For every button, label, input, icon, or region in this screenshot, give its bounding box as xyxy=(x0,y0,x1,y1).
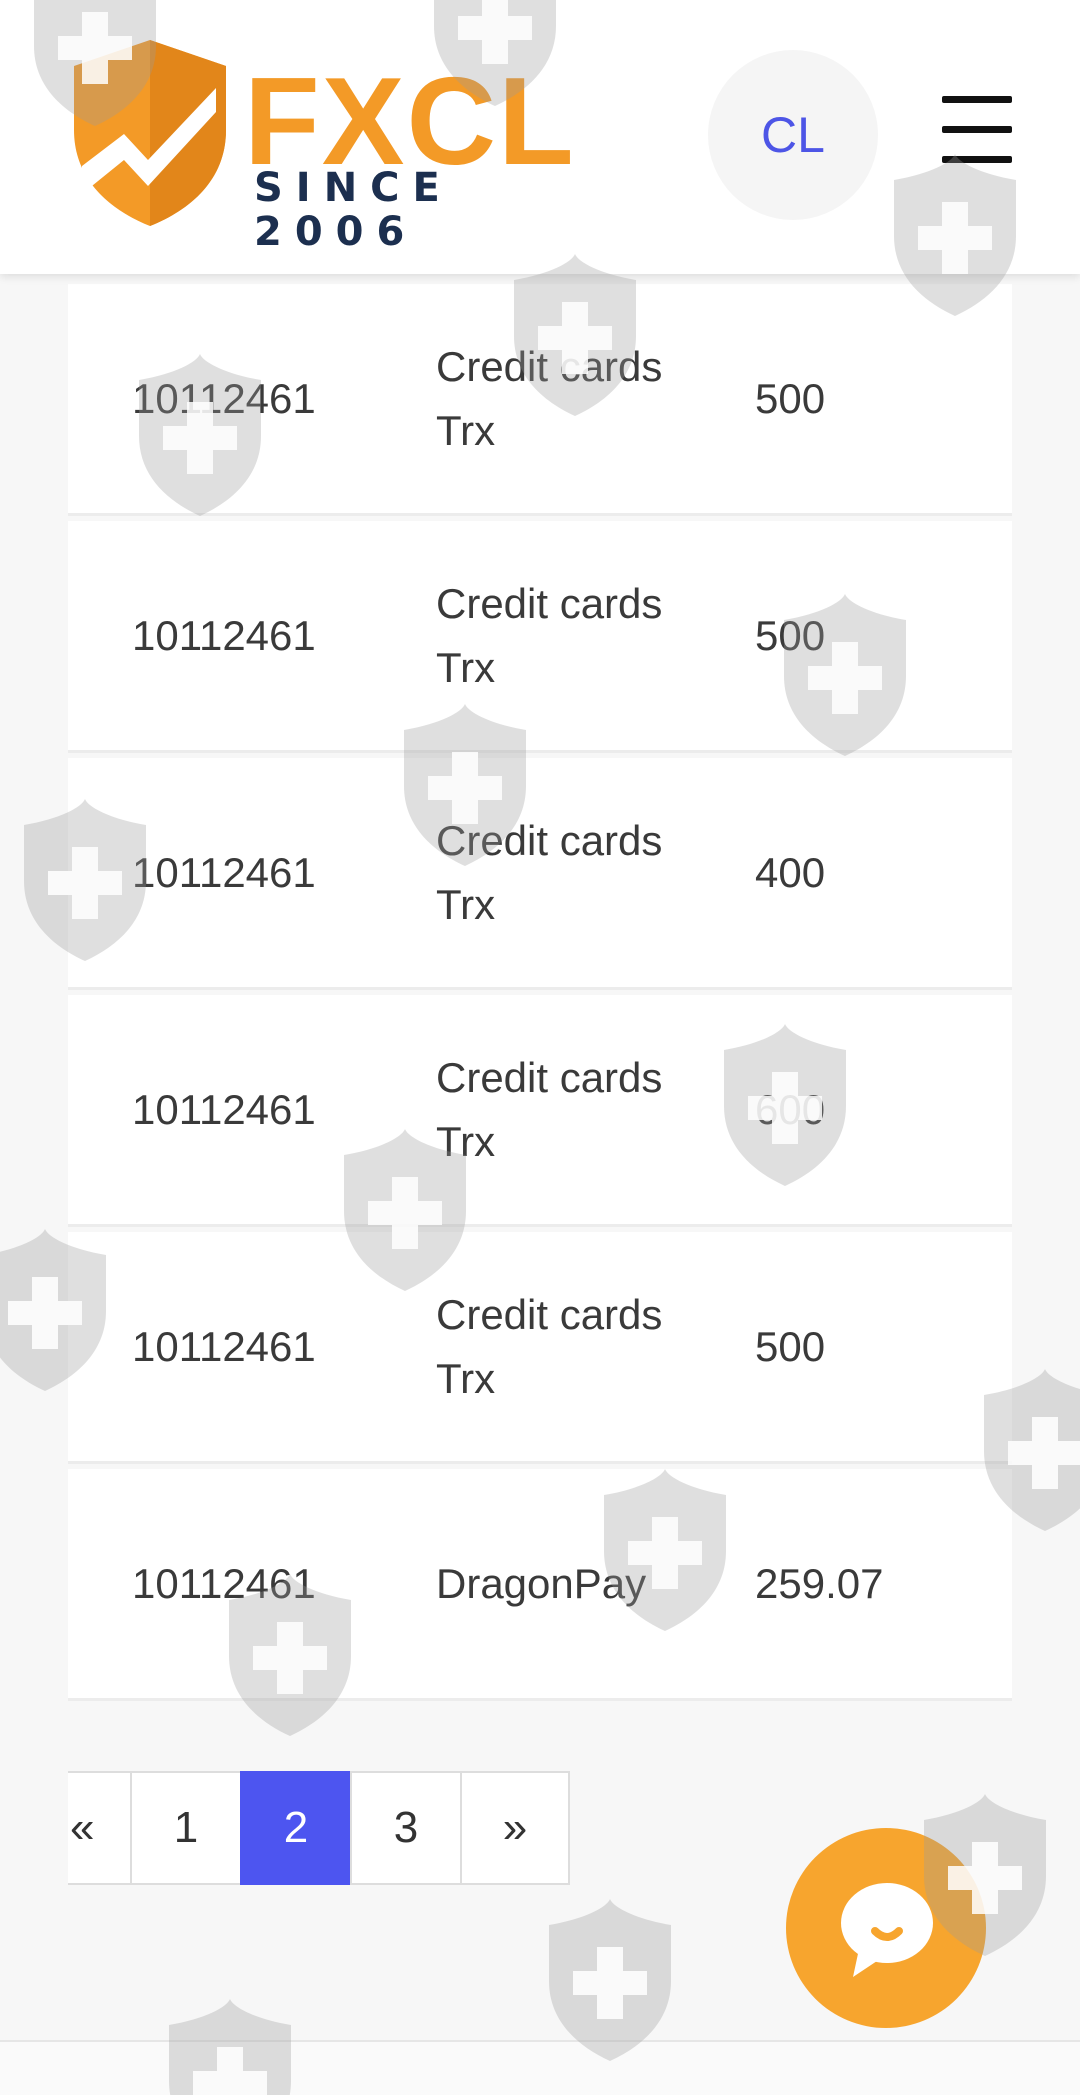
table-row: 10112461 Credit cards Trx 500 xyxy=(68,1232,1012,1464)
transaction-id: 10112461 xyxy=(132,1085,316,1133)
table-row: 10112461 DragonPay 259.07 xyxy=(68,1469,1012,1701)
transaction-method: Credit cards Trx xyxy=(436,1290,663,1402)
transaction-amount: 600 xyxy=(755,1085,826,1133)
table-row: 10112461 Credit cards Trx 600 xyxy=(68,995,1012,1227)
transaction-method: Credit cards Trx xyxy=(436,342,663,454)
shield-check-logo-icon xyxy=(74,40,226,226)
transaction-id: 10112461 xyxy=(132,1559,316,1607)
transaction-method: Credit cards Trx xyxy=(436,579,663,691)
pagination-next-button[interactable]: » xyxy=(460,1771,570,1885)
transaction-id: 10112461 xyxy=(132,374,316,422)
footer xyxy=(0,2042,1080,2095)
transaction-id: 10112461 xyxy=(132,1322,316,1370)
transaction-method: Credit cards Trx xyxy=(436,816,663,928)
fxcl-logo[interactable]: FXCL SINCE 2006 xyxy=(64,38,584,254)
live-chat-button[interactable] xyxy=(786,1828,986,2028)
table-row: 10112461 Credit cards Trx 500 xyxy=(68,521,1012,753)
chat-bubble-icon xyxy=(841,1883,933,1977)
transaction-amount: 500 xyxy=(755,374,826,422)
top-header: FXCL SINCE 2006 CL xyxy=(0,0,1080,274)
transaction-amount: 500 xyxy=(755,1322,826,1370)
page: FXCL SINCE 2006 CL 10112461 Credit cards… xyxy=(0,0,1080,2095)
transaction-amount: 259.07 xyxy=(755,1559,884,1607)
table-row: 10112461 Credit cards Trx 500 xyxy=(68,284,1012,516)
table-row: 10112461 Credit cards Trx 400 xyxy=(68,758,1012,990)
pagination-page-3[interactable]: 3 xyxy=(350,1771,462,1885)
transaction-amount: 400 xyxy=(755,848,826,896)
transaction-method: DragonPay xyxy=(436,1559,647,1607)
logo-tagline: SINCE 2006 xyxy=(254,165,453,255)
transaction-id: 10112461 xyxy=(132,848,316,896)
pagination-prev-button[interactable]: « xyxy=(68,1771,132,1885)
transaction-id: 10112461 xyxy=(132,611,316,659)
pagination-page-2-active[interactable]: 2 xyxy=(240,1771,352,1885)
pagination-page-1[interactable]: 1 xyxy=(130,1771,242,1885)
hamburger-menu-icon[interactable] xyxy=(942,96,1012,163)
language-switch-button[interactable]: CL xyxy=(708,50,878,220)
pagination: « 1 2 3 » xyxy=(68,1771,570,1885)
transaction-amount: 500 xyxy=(755,611,826,659)
transaction-method: Credit cards Trx xyxy=(436,1053,663,1165)
